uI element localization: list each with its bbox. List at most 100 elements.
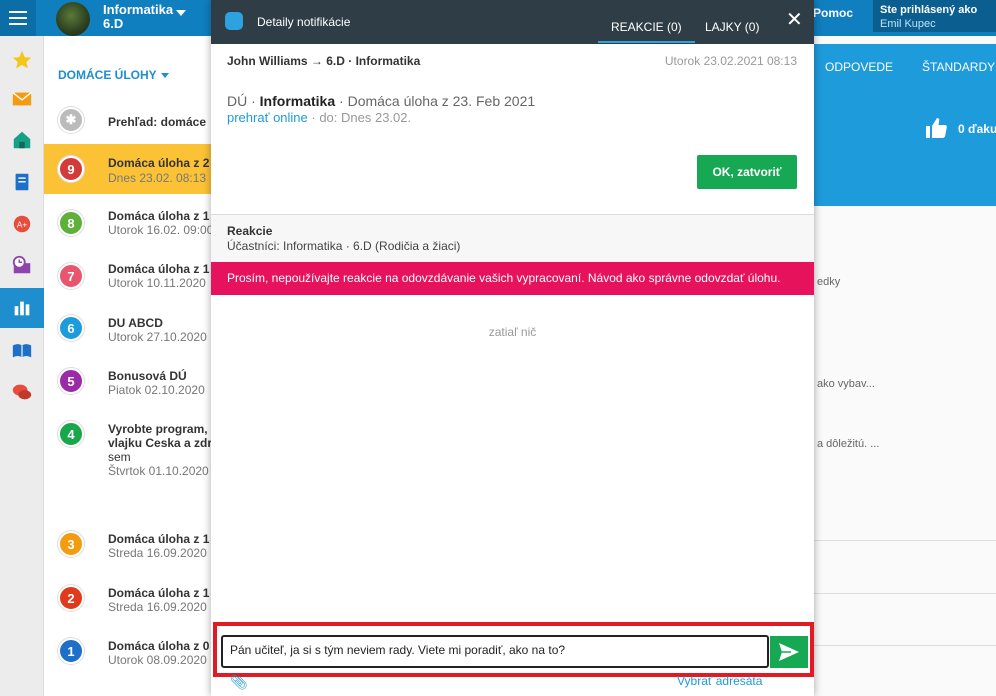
- list-item-date: Streda 16.09.2020: [108, 600, 207, 614]
- modal-title: Detaily notifikácie: [257, 15, 351, 29]
- sidebar: A+: [0, 36, 44, 696]
- notification-subline: prehrať online · do: Dnes 23.02.: [227, 110, 411, 125]
- svg-text:A+: A+: [17, 221, 28, 230]
- list-item-overview[interactable]: ✱ Prehľad: domáce: [44, 104, 214, 140]
- stats-icon: [14, 301, 30, 316]
- number-badge: 7: [58, 263, 84, 289]
- select-recipient-link[interactable]: Vybrať adresáta: [677, 674, 762, 688]
- home-icon: [13, 131, 31, 149]
- play-online-link[interactable]: prehrať online: [227, 110, 308, 125]
- list-item-title-line: sem: [108, 450, 131, 464]
- divider: [812, 540, 996, 541]
- list-item-title: Domáca úloha z 1: [108, 209, 210, 223]
- text-fragment: ako vybav...: [817, 378, 875, 390]
- grades-icon: A+: [13, 215, 31, 233]
- tab-likes[interactable]: LAJKY (0): [705, 20, 759, 34]
- list-item[interactable]: 4 Vyrobte program, vlajku Ceska a zdr se…: [44, 416, 214, 516]
- sidebar-item-stats[interactable]: [0, 288, 44, 328]
- sidebar-item-favorites[interactable]: [0, 40, 44, 80]
- tab-standards[interactable]: ŠTANDARDY: [922, 60, 995, 74]
- list-item-title: Domáca úloha z 0: [108, 639, 210, 653]
- notification-title: DÚ · Informatika · Domáca úloha z 23. Fe…: [227, 93, 535, 109]
- tab-answers[interactable]: ODPOVEDE: [825, 60, 893, 74]
- homework-filter[interactable]: DOMÁCE ÚLOHY: [58, 68, 169, 82]
- text-fragment: edky: [817, 276, 841, 288]
- list-item[interactable]: 1 Domáca úloha z 0 Utorok 08.09.2020: [44, 634, 214, 684]
- list-item-title: Domáca úloha z 1: [108, 262, 210, 276]
- sidebar-item-schedule[interactable]: [0, 245, 44, 285]
- tab-reactions[interactable]: REAKCIE (0): [598, 20, 695, 43]
- chevron-down-icon[interactable]: [176, 10, 186, 16]
- list-item-date: Utorok 10.11.2020: [108, 276, 206, 290]
- list-item[interactable]: 9 Domáca úloha z 2 Dnes 23.02. 08:13: [44, 144, 214, 194]
- list-item-title: Bonusová DÚ: [108, 369, 187, 383]
- note-subject: Informatika: [259, 93, 336, 109]
- note-rest: · Domáca úloha z 23. Feb 2021: [339, 93, 536, 109]
- list-item-date: Utorok 16.02. 09:00: [108, 223, 214, 237]
- sender-line: John Williams → 6.D · Informatika: [227, 54, 421, 68]
- homework-heading: DOMÁCE ÚLOHY: [58, 68, 157, 82]
- message-input[interactable]: Pán učiteľ, ja si s tým neviem rady. Vie…: [221, 635, 769, 668]
- number-badge: 1: [58, 638, 84, 664]
- number-badge: 6: [58, 315, 84, 341]
- list-item-title: Domáca úloha z 2: [108, 156, 210, 170]
- class-avatar[interactable]: [56, 2, 90, 36]
- list-item-title-line: Vyrobte program,: [108, 422, 208, 436]
- number-badge: 9: [58, 156, 84, 182]
- user-menu[interactable]: Ste prihlásený ako Emil Kupec: [873, 0, 996, 32]
- likes-count: 0 ďaku: [958, 122, 996, 136]
- help-link[interactable]: Pomoc: [813, 6, 853, 20]
- paperclip-icon[interactable]: 📎︎: [230, 674, 248, 691]
- list-item-title: Domáca úloha z 1: [108, 586, 210, 600]
- list-item-date: Štvrtok 01.10.2020: [108, 464, 209, 478]
- sidebar-item-chat[interactable]: [0, 372, 44, 412]
- thumbs-up-icon[interactable]: [924, 116, 948, 140]
- gear-icon: ✱: [58, 107, 84, 133]
- send-icon: [779, 643, 799, 661]
- homework-list: DOMÁCE ÚLOHY ✱ Prehľad: domáce 9 Domáca …: [44, 36, 214, 696]
- ok-close-button[interactable]: OK, zatvoriť: [697, 155, 797, 189]
- message-date: Utorok 23.02.2021 08:13: [664, 54, 797, 68]
- number-badge: 5: [58, 368, 84, 394]
- note-prefix: DÚ ·: [227, 93, 256, 109]
- number-badge: 3: [58, 531, 84, 557]
- schedule-icon: [12, 255, 31, 274]
- book-icon: [12, 344, 32, 358]
- number-badge: 4: [58, 421, 84, 447]
- class-title: Informatika: [103, 2, 174, 17]
- sidebar-item-library[interactable]: [0, 331, 44, 371]
- list-item-title-line: vlajku Ceska a zdr: [108, 436, 213, 450]
- sidebar-item-messages[interactable]: [0, 79, 44, 119]
- list-item[interactable]: 8 Domáca úloha z 1 Utorok 16.02. 09:00: [44, 200, 214, 250]
- menu-icon[interactable]: [0, 0, 36, 36]
- sidebar-item-grades[interactable]: A+: [0, 204, 44, 244]
- homework-bag-icon: [225, 12, 243, 30]
- warning-banner[interactable]: Prosím, nepoužívajte reakcie na odovzdáv…: [211, 262, 814, 295]
- list-item-date: Utorok 08.09.2020: [108, 653, 207, 667]
- chat-icon: [12, 384, 32, 400]
- divider: [812, 645, 996, 646]
- send-button[interactable]: [770, 636, 808, 668]
- sidebar-item-notebook[interactable]: [0, 162, 44, 202]
- text-fragment: a dôležitú. ...: [817, 438, 880, 450]
- star-icon: [12, 50, 32, 69]
- user-name: Emil Kupec: [880, 18, 936, 30]
- overview-label: Prehľad: domáce: [108, 115, 206, 129]
- reactions-title: Reakcie: [227, 224, 273, 238]
- class-selector[interactable]: Informatika 6.D: [103, 3, 173, 31]
- sidebar-item-home[interactable]: [0, 120, 44, 160]
- list-item-date: Dnes 23.02. 08:13: [108, 171, 207, 185]
- class-subtitle: 6.D: [103, 16, 124, 31]
- close-icon[interactable]: ✕: [786, 10, 803, 30]
- list-item[interactable]: 2 Domáca úloha z 1 Streda 16.09.2020: [44, 580, 214, 630]
- logged-as-label: Ste prihlásený ako: [880, 4, 978, 16]
- list-item[interactable]: 3 Domáca úloha z 1 Streda 16.09.2020: [44, 526, 214, 576]
- reactions-header: Reakcie Účastníci: Informatika · 6.D (Ro…: [211, 214, 814, 262]
- list-item[interactable]: 6 DU ABCD Utorok 27.10.2020: [44, 308, 214, 358]
- notification-detail-modal: Detaily notifikácie REAKCIE (0) LAJKY (0…: [211, 0, 814, 696]
- modal-header: Detaily notifikácie REAKCIE (0) LAJKY (0…: [211, 0, 814, 44]
- list-item[interactable]: 7 Domáca úloha z 1 Utorok 10.11.2020: [44, 254, 214, 304]
- list-item-date: Streda 16.09.2020: [108, 546, 207, 560]
- list-item[interactable]: 5 Bonusová DÚ Piatok 02.10.2020: [44, 362, 214, 412]
- number-badge: 2: [58, 585, 84, 611]
